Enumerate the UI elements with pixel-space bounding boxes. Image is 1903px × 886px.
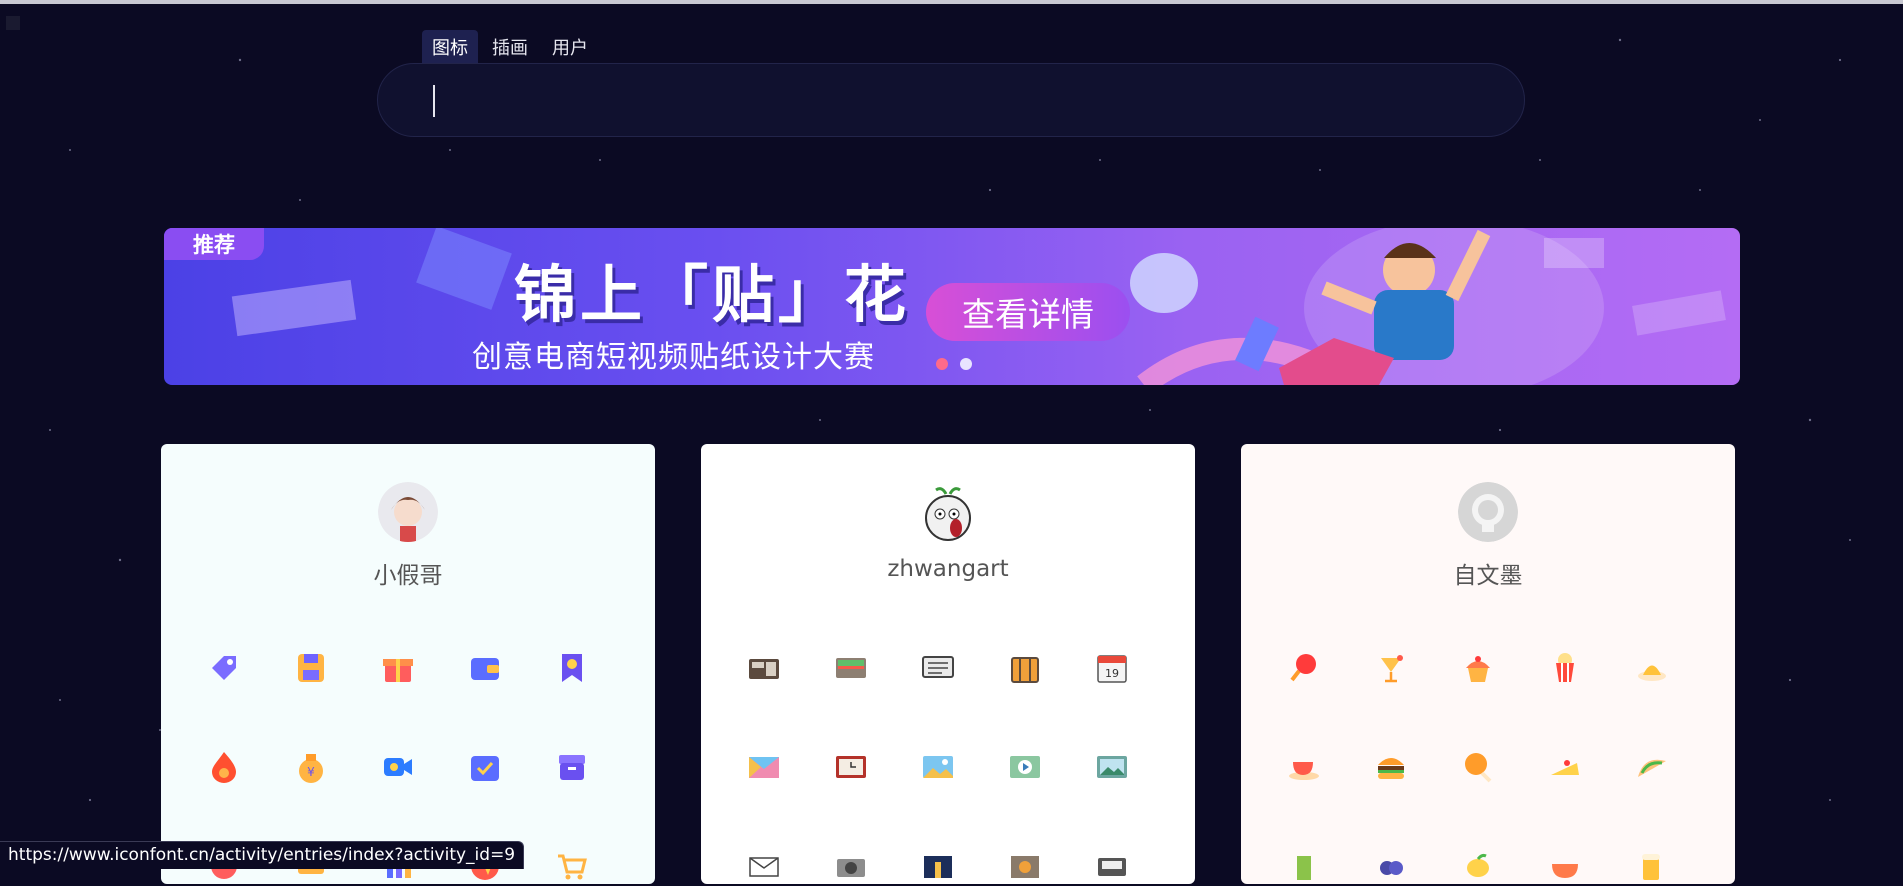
cake-slice-icon[interactable] (1545, 747, 1585, 787)
designer-card[interactable]: zhwangart 19 (701, 444, 1195, 884)
svg-text:19: 19 (1105, 667, 1119, 680)
promo-banner[interactable]: 推荐 锦上「贴」花 创意电商短视频贴纸设计大赛 查看详情 (164, 228, 1740, 385)
status-bar-url: https://www.iconfont.cn/activity/entries… (0, 841, 525, 869)
search-input[interactable] (377, 63, 1525, 137)
icon-preview-grid (1284, 648, 1720, 886)
carousel-dot-2[interactable] (960, 358, 972, 370)
calendar-check-icon[interactable] (465, 747, 505, 787)
floppy-disk-icon[interactable] (291, 648, 331, 688)
calendar-icon[interactable]: 19 (1092, 648, 1132, 688)
corner-placeholder (6, 16, 20, 30)
view-details-button[interactable]: 查看详情 (926, 283, 1130, 341)
clock-icon[interactable] (831, 747, 871, 787)
designer-card[interactable]: 小假哥 ¥ (161, 444, 655, 884)
suitcase-icon[interactable] (1005, 648, 1045, 688)
designer-name[interactable]: 小假哥 (161, 556, 655, 590)
top-border (0, 0, 1903, 4)
image-frame-icon[interactable] (1092, 747, 1132, 787)
burger-icon[interactable] (1371, 747, 1411, 787)
cupcake-icon[interactable] (1458, 648, 1498, 688)
mail-icon[interactable] (744, 846, 784, 886)
pudding-icon[interactable] (1632, 648, 1672, 688)
avatar[interactable] (918, 482, 978, 542)
banner-subtitle: 创意电商短视频贴纸设计大赛 (472, 340, 875, 375)
drink-cup-icon[interactable] (1284, 846, 1324, 886)
designer-name[interactable]: zhwangart (701, 556, 1195, 582)
text-caret (433, 85, 435, 117)
svg-text:¥: ¥ (307, 765, 315, 779)
shopping-cart-icon[interactable] (552, 846, 592, 886)
bookmark-star-icon[interactable] (552, 648, 592, 688)
camera-icon[interactable] (831, 846, 871, 886)
radio-icon[interactable] (744, 648, 784, 688)
play-frame-icon[interactable] (1005, 747, 1045, 787)
designer-name[interactable]: 自文墨 (1241, 556, 1735, 590)
fire-icon[interactable] (204, 747, 244, 787)
cocktail-icon[interactable] (1371, 648, 1411, 688)
avatar[interactable] (378, 482, 438, 542)
search-type-tabs: 图标 插画 用户 (422, 30, 598, 64)
video-camera-icon[interactable] (378, 747, 418, 787)
popcorn-icon[interactable] (1545, 648, 1585, 688)
money-bag-icon[interactable]: ¥ (291, 747, 331, 787)
chat-bubble-icon[interactable] (918, 648, 958, 688)
icon-preview-grid: 19 (744, 648, 1180, 886)
banner-title: 锦上「贴」花 (514, 258, 911, 331)
lollipop-icon[interactable] (1284, 648, 1324, 688)
wallet-card-icon[interactable] (831, 648, 871, 688)
envelope-color-icon[interactable] (744, 747, 784, 787)
beer-icon[interactable] (1632, 846, 1672, 886)
archive-box-icon[interactable] (552, 747, 592, 787)
taco-icon[interactable] (1632, 747, 1672, 787)
carousel-dots (936, 358, 972, 370)
wallet-icon[interactable] (465, 648, 505, 688)
tab-icons[interactable]: 图标 (422, 30, 478, 64)
chicken-leg-icon[interactable] (1458, 747, 1498, 787)
tab-illustrations[interactable]: 插画 (482, 30, 538, 64)
lemon-icon[interactable] (1458, 846, 1498, 886)
recommend-tag: 推荐 (164, 228, 264, 260)
night-city-icon[interactable] (918, 846, 958, 886)
tab-users[interactable]: 用户 (542, 30, 598, 64)
tag-icon[interactable] (204, 648, 244, 688)
gift-box-icon[interactable] (378, 648, 418, 688)
avatar[interactable] (1458, 482, 1518, 542)
safe-icon[interactable] (1005, 846, 1045, 886)
cassette-icon[interactable] (1092, 846, 1132, 886)
noodle-bowl-icon[interactable] (1545, 846, 1585, 886)
designer-card[interactable]: 自文墨 (1241, 444, 1735, 884)
landscape-photo-icon[interactable] (918, 747, 958, 787)
blueberry-icon[interactable] (1371, 846, 1411, 886)
teacup-icon[interactable] (1284, 747, 1324, 787)
carousel-dot-1[interactable] (936, 358, 948, 370)
